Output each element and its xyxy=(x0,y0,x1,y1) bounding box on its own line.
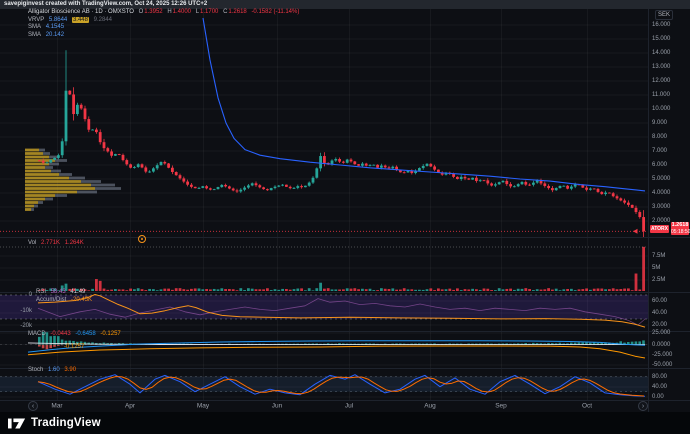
open-key: O xyxy=(139,9,144,15)
main-legend: Alligator Bioscience AB · 1D · OMXSTO O1… xyxy=(28,9,302,39)
close-value: 1.2618 xyxy=(228,9,246,15)
high-key: H xyxy=(167,9,171,15)
sma2-legend-row[interactable]: SMA 20.142 xyxy=(28,32,302,40)
macd-value-2: -0.6458 xyxy=(75,331,95,337)
vrvp-poc-value: 3.448 xyxy=(72,17,89,23)
sma2-label: SMA xyxy=(28,32,41,38)
tradingview-brand[interactable]: TradingView xyxy=(31,417,101,429)
stoch-value-1: 1.60 xyxy=(48,367,60,373)
accdist-axis-tick: -20k xyxy=(14,323,32,329)
rsi-value-2: 41.49 xyxy=(70,289,85,295)
currency-chip[interactable]: SEK xyxy=(655,10,673,20)
rsi-value-1: 58.43 xyxy=(51,289,66,295)
accdist-axis-tick: -10k xyxy=(14,308,32,314)
symbol-title: Alligator Bioscience AB · 1D · OMXSTO xyxy=(28,9,134,15)
volume-value-1: 2.771K xyxy=(41,240,60,246)
accdist-legend-row[interactable]: Accum/Dist -20.45K xyxy=(36,297,92,305)
rsi-legend-row[interactable]: RSI 58.43 41.49 xyxy=(36,289,85,297)
accdist-axis-tick: 0 xyxy=(14,292,32,298)
volume-legend-row[interactable]: Vol 2.771K 1.264K xyxy=(28,240,87,248)
rsi-label: RSI xyxy=(36,289,46,295)
last-price-badge: 1.2618 05:18:50 xyxy=(671,222,689,235)
sma1-label: SMA xyxy=(28,24,41,30)
low-value: 1.1700 xyxy=(200,9,218,15)
last-price-value: 1.2618 xyxy=(671,222,689,229)
low-key: L xyxy=(196,9,199,15)
macd-legend-row[interactable]: MACD -0.0443 -0.6458 -0.1257 xyxy=(28,331,121,339)
tradingview-window: savepiginvest created with TradingView.c… xyxy=(0,0,690,434)
macd-value-1: -0.0443 xyxy=(50,331,70,337)
vrvp-legend-row[interactable]: VRVP 5.8644 3.448 9.2844 xyxy=(28,17,302,25)
ticker-badge: ATORX xyxy=(650,225,669,233)
sma1-value: 4.1545 xyxy=(46,24,64,30)
vrvp-label: VRVP xyxy=(28,17,44,23)
alert-icon[interactable] xyxy=(138,235,146,243)
open-value: 1.3952 xyxy=(144,9,162,15)
chart-canvas[interactable] xyxy=(0,0,690,412)
stoch-label: Stoch xyxy=(28,367,43,373)
change-value: -0.1582 (-11.14%) xyxy=(251,9,299,15)
accdist-label: Accum/Dist xyxy=(36,297,66,303)
close-key: C xyxy=(223,9,227,15)
macd-label: MACD xyxy=(28,331,46,337)
footer-bar: TradingView xyxy=(0,412,690,434)
bar-countdown: 05:18:50 xyxy=(671,229,689,235)
symbol-legend-row[interactable]: Alligator Bioscience AB · 1D · OMXSTO O1… xyxy=(28,9,302,17)
macd-value-3: -0.1257 xyxy=(100,331,120,337)
time-scale[interactable] xyxy=(0,400,648,412)
scroll-left-button[interactable]: ‹ xyxy=(28,401,38,411)
stoch-legend-row[interactable]: Stoch 1.60 3.90 xyxy=(28,367,76,375)
high-value: 1.4000 xyxy=(173,9,191,15)
vrvp-value-1: 5.8644 xyxy=(49,17,67,23)
scroll-right-button[interactable]: › xyxy=(638,401,648,411)
price-scale[interactable] xyxy=(648,9,690,400)
sma2-value: 20.142 xyxy=(46,32,64,38)
tradingview-logo-icon[interactable] xyxy=(8,417,26,430)
volume-label: Vol xyxy=(28,240,36,246)
stoch-value-2: 3.90 xyxy=(64,367,76,373)
accdist-value: -20.45K xyxy=(71,297,92,303)
sma1-legend-row[interactable]: SMA 4.1545 xyxy=(28,24,302,32)
vrvp-value-2: 9.2844 xyxy=(94,17,112,23)
macd-float-label: -0.1257 xyxy=(64,344,84,350)
volume-value-2: 1.264K xyxy=(65,240,84,246)
